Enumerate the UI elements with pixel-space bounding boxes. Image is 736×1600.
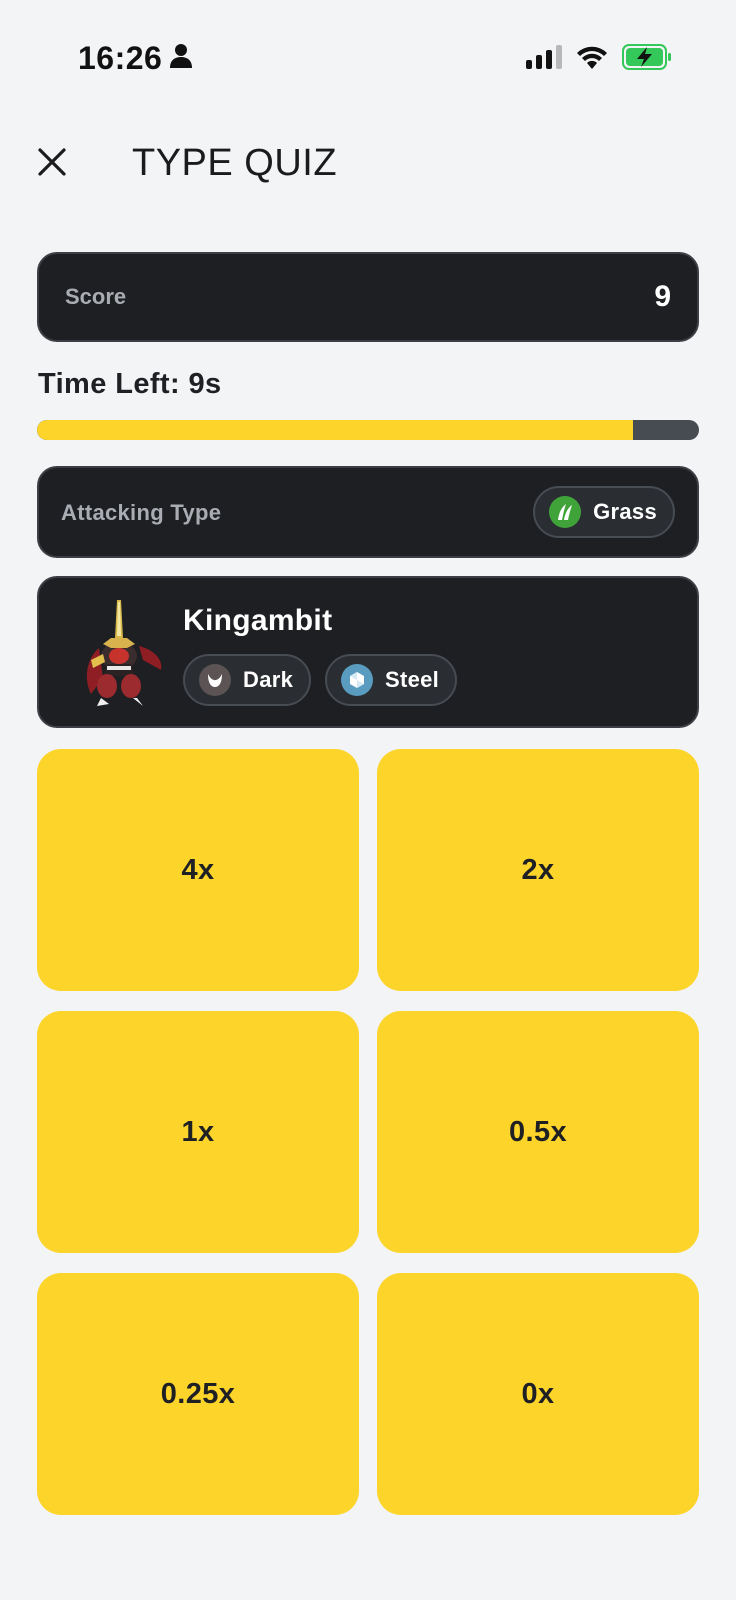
score-value: 9 [654,280,671,313]
answer-4x-button[interactable]: 4x [37,749,359,991]
kingambit-sprite [77,598,177,710]
signal-icon [526,45,562,74]
defender-type-name-dark: Dark [243,667,294,692]
defender-type-chip-dark: Dark [183,654,312,706]
battery-charging-icon [622,44,672,75]
attacking-type-name: Grass [593,499,657,524]
timer-progress-bar [37,420,699,440]
grass-icon [549,496,582,528]
time-left-label: Time Left: 9s [38,368,222,400]
close-icon [38,148,66,176]
answer-0.5x-button[interactable]: 0.5x [377,1011,699,1253]
defender-name: Kingambit [183,604,333,637]
status-icons [526,44,672,75]
clock-group: 16:26 [78,40,193,77]
defender-type-chip-steel: Steel [325,654,458,706]
type-quiz-screen: 16:26 TYPE QUIZ Score 9 Time Left: 9s At… [0,0,736,1600]
person-icon [170,43,193,74]
answer-2x-button[interactable]: 2x [377,749,699,991]
wifi-icon [576,45,608,74]
answer-0x-button[interactable]: 0x [377,1273,699,1515]
clock: 16:26 [78,40,163,76]
close-button[interactable] [30,140,74,184]
answer-0.25x-button[interactable]: 0.25x [37,1273,359,1515]
score-label: Score [65,284,127,309]
dark-icon [199,664,231,696]
score-card: Score 9 [37,252,699,342]
defender-type-name-steel: Steel [385,667,440,692]
attacking-type-chip: Grass [533,486,675,538]
attacking-type-label: Attacking Type [61,500,222,525]
timer-progress-fill [37,420,633,440]
status-bar: 16:26 [0,0,736,120]
attacking-type-card: Attacking Type Grass [37,466,699,558]
page-title: TYPE QUIZ [132,142,338,184]
answer-1x-button[interactable]: 1x [37,1011,359,1253]
steel-icon [341,664,373,696]
defender-card: Kingambit Dark Steel [37,576,699,728]
